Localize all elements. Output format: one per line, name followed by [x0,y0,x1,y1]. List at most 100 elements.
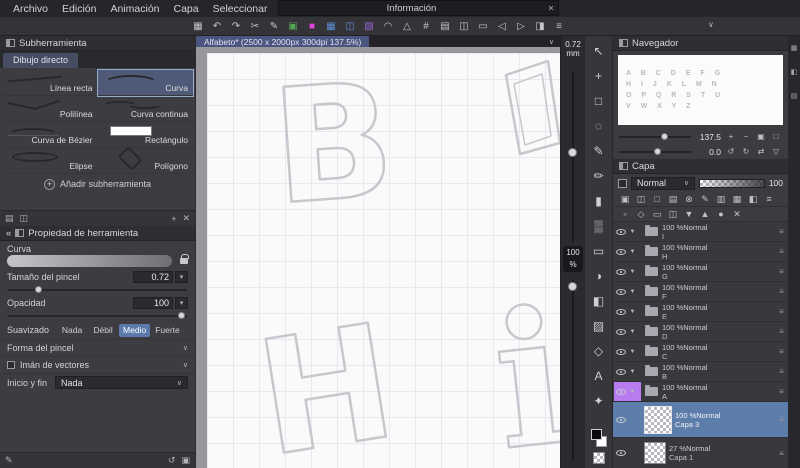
lock-transparent-icon[interactable]: ⊗ [682,193,696,206]
collapse-icon[interactable]: « [6,228,11,239]
draft-layer-icon[interactable]: □ [650,193,664,206]
H[interactable]: ▼ 100 %Normal H ≡ [613,242,788,262]
reference-layer-icon[interactable]: ◫ [634,193,648,206]
G[interactable]: ▼ 100 %Normal G ≡ [613,262,788,282]
menu-item[interactable]: Animación [103,3,166,15]
light-table-icon[interactable]: ◨ [532,19,548,34]
color-swatch-icon[interactable]: ■ [304,19,320,34]
guides-icon[interactable]: ▤ [437,19,453,34]
layer-visibility-icon[interactable] [616,416,626,423]
zoom-slider[interactable] [619,132,691,140]
folder-expand-icon[interactable]: ▼ [628,369,637,375]
layer-thumbnail[interactable] [644,405,672,434]
menu-item[interactable]: Edición [55,3,103,15]
main-sub-color-swatches[interactable] [589,428,609,448]
folder-expand-icon[interactable]: ▼ [628,329,637,335]
subtool-item[interactable]: Línea recta [2,70,98,96]
slider-knob[interactable] [660,132,668,140]
vector-magnet-checkbox[interactable] [7,361,15,369]
reset-rotation-icon[interactable]: ▽ [770,146,782,158]
info-tab-icon[interactable]: ▤ [791,92,798,100]
new-folder-icon[interactable]: ▭ [650,208,664,221]
subtool-item[interactable]: Polilínea [2,96,98,122]
material-tab-icon[interactable]: ▦ [791,44,798,52]
F[interactable]: ▼ 100 %Normal F ≡ [613,282,788,302]
layer-menu-icon[interactable]: ≡ [775,247,788,256]
layer-opacity-value[interactable]: 100 [769,178,783,188]
chevron-down-icon[interactable]: ∨ [549,38,560,46]
close-icon[interactable]: ✕ [544,4,558,13]
subtool-item[interactable]: Elipse [2,148,98,174]
layer-visibility-icon[interactable] [616,328,626,335]
chevron-down-icon[interactable]: ∨ [183,344,188,352]
blend-mode-dropdown[interactable]: Normal ∨ [631,176,695,190]
subtool-item[interactable]: Curva de Bézier [2,122,98,148]
blend-icon[interactable] [618,178,627,188]
layer-visibility-icon[interactable] [616,308,626,315]
subtool-item[interactable]: Rectángulo [97,122,193,148]
fill-icon[interactable]: ▣ [285,19,301,34]
transfer-down-icon[interactable]: ▲ [698,208,712,221]
stabilization-option[interactable]: Nada [57,324,87,337]
layer-menu-icon[interactable]: ≡ [775,307,788,316]
slider-knob[interactable] [653,147,661,155]
new-subtool-icon[interactable]: + [171,214,176,224]
layer-mask-icon[interactable]: ● [714,208,728,221]
pencil-tool-icon[interactable]: ✏ [589,163,609,188]
slider-knob[interactable] [568,148,577,157]
delete-layer-icon[interactable]: ✕ [730,208,744,221]
main-color-swatch[interactable] [590,429,602,440]
timeline-icon[interactable]: ▭ [475,19,491,34]
layer-menu-icon[interactable]: ≡ [775,449,788,458]
layer-visibility-icon[interactable] [616,288,626,295]
fill-tool-icon[interactable]: ◧ [589,288,609,313]
D[interactable]: ▼ 100 %Normal D ≡ [613,322,788,342]
Capa 3[interactable]: ▼ 100 %Normal Capa 3 ≡ [613,402,788,438]
folder-expand-icon[interactable]: ▼ [628,389,637,395]
layer-visibility-icon[interactable] [616,348,626,355]
information-palette-titlebar[interactable]: Información ✕ [278,0,559,16]
I[interactable]: ▼ 100 %Normal I ≡ [613,222,788,242]
cut-icon[interactable]: ✂ [247,19,263,34]
eyedropper-tool-icon[interactable]: ✦ [589,388,609,413]
brush-tool-icon[interactable]: ▮ [589,188,609,213]
lock-icon[interactable] [180,254,189,264]
folder-expand-icon[interactable]: ▼ [628,229,637,235]
layer-thumbnail[interactable] [644,442,666,464]
add-subtool-button[interactable]: + Añadir subherramienta [0,174,195,194]
lock-layer-icon[interactable]: ▤ [666,193,680,206]
prev-frame-icon[interactable]: ◁ [494,19,510,34]
enable-mask-icon[interactable]: ✎ [698,193,712,206]
navigator-thumbnail[interactable]: A B C D E F G H I J K L M N O P Q R S T U V… [618,55,783,125]
layer-visibility-icon[interactable] [616,268,626,275]
opacity-slider[interactable] [8,311,187,321]
show-list-icon[interactable]: ▤ [5,213,14,224]
layer-visibility-icon[interactable] [616,368,626,375]
snap-perspective-icon[interactable]: △ [399,19,415,34]
stabilization-option[interactable]: Fuerte [151,324,184,337]
new-layer-icon[interactable]: ▫ [618,208,632,221]
zoom-out-icon[interactable]: − [740,131,752,143]
slider-knob[interactable] [568,282,577,291]
menu-item[interactable]: Capa [167,3,206,15]
dual-view-icon[interactable]: ◫ [456,19,472,34]
actual-size-icon[interactable]: □ [770,131,782,143]
menu-item[interactable]: Archivo [6,3,55,15]
layer-menu-icon[interactable]: ≡ [775,367,788,376]
document-tab[interactable]: Alfabeto* (2500 x 2000px 300dpi 137.5%) [196,36,370,47]
layer-visibility-icon[interactable] [616,228,626,235]
B[interactable]: ▼ 100 %Normal B ≡ [613,362,788,382]
stabilization-option[interactable]: Débil [88,324,118,337]
operation-tool-icon[interactable]: ↖ [589,38,609,63]
brush-size-picker-icon[interactable]: ▾ [175,271,188,283]
material-icon[interactable]: ◫ [342,19,358,34]
set-layer-color-icon[interactable]: ▦ [730,193,744,206]
brush-size-vertical-slider[interactable] [572,72,574,242]
rotate-cw-icon[interactable]: ↻ [740,146,752,158]
A[interactable]: ▼ 100 %Normal A ≡ [613,382,788,402]
screentone-icon[interactable]: ▦ [323,19,339,34]
layer-opacity-slider[interactable] [699,178,765,188]
chevron-down-icon[interactable]: ∨ [708,20,714,29]
fit-view-icon[interactable]: ▣ [755,131,767,143]
subtool-item[interactable]: Curva continua [97,96,193,122]
